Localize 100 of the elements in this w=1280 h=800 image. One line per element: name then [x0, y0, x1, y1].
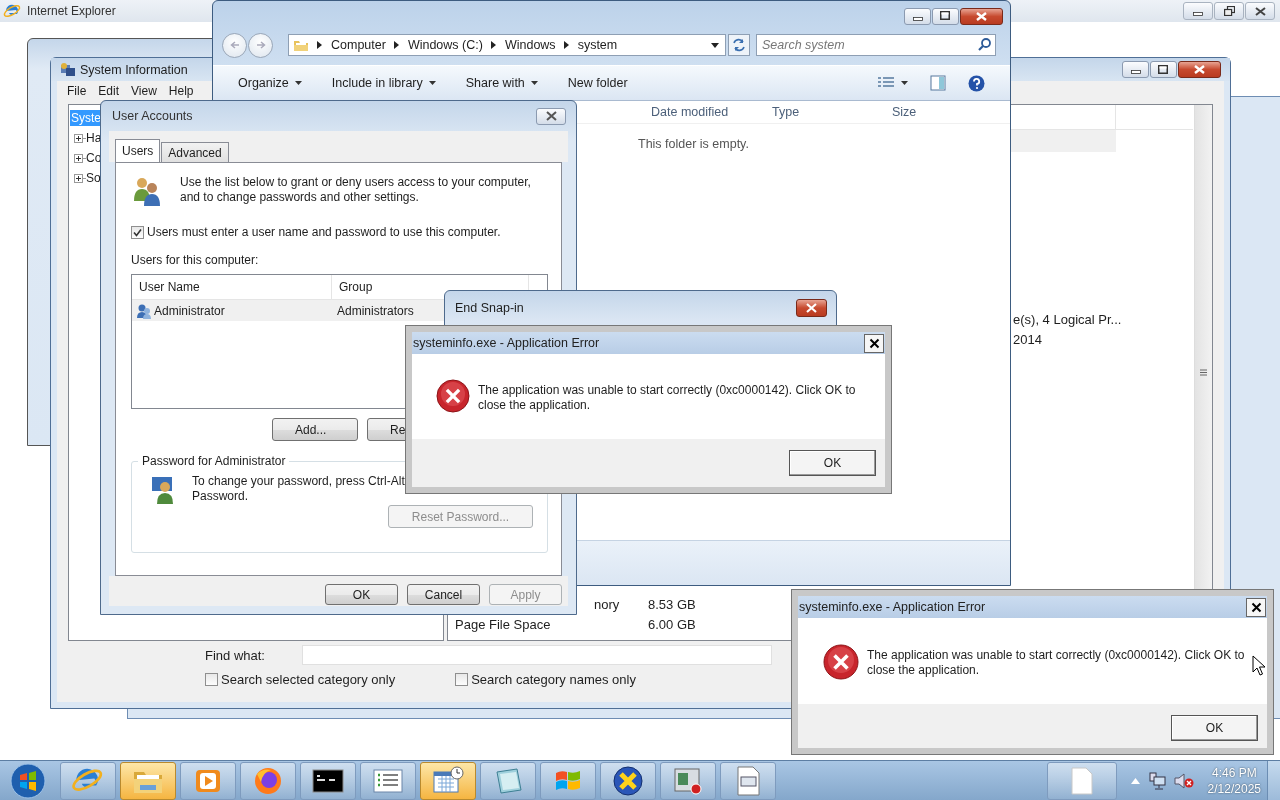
refresh-icon: [732, 38, 746, 52]
error-message: The application was unable to start correctly (0xc0000142). Click OK to close the application.: [478, 382, 857, 414]
tab[interactable]: Advanced: [161, 142, 229, 162]
restore-icon: [1223, 6, 1235, 16]
menu-item[interactable]: File: [61, 84, 93, 98]
push-button[interactable]: Cancel: [407, 584, 480, 605]
group-title: Password for Administrator: [138, 454, 290, 468]
push-button[interactable]: OK: [325, 584, 398, 605]
maximize-button[interactable]: [1150, 61, 1177, 78]
users-icon: [131, 175, 163, 207]
tab[interactable]: Users: [115, 139, 161, 162]
app-icon: [60, 61, 76, 78]
ok-button[interactable]: OK: [1171, 715, 1258, 741]
window-title: End Snap-in: [455, 301, 524, 315]
close-icon: [805, 303, 818, 313]
close-icon: [976, 11, 987, 21]
forward-arrow-icon: [255, 41, 266, 49]
find-field[interactable]: [302, 645, 772, 665]
breadcrumb-link[interactable]: Windows (C:): [407, 38, 483, 52]
close-button[interactable]: [1178, 61, 1221, 78]
breadcrumb-link[interactable]: Computer: [331, 38, 386, 52]
cross-circle-icon: [611, 763, 645, 798]
tray-expand-icon: [1130, 777, 1140, 784]
push-button[interactable]: Add...: [272, 418, 358, 441]
column-header[interactable]: Date modified: [651, 105, 772, 119]
close-button[interactable]: [1246, 597, 1266, 617]
ok-button[interactable]: OK: [789, 450, 876, 476]
clock-date: 2/12/2025: [1207, 780, 1261, 797]
table-cell: 2014: [1013, 331, 1042, 347]
minimize-button[interactable]: [1122, 61, 1149, 78]
toolbar-button[interactable]: Share with: [457, 70, 546, 96]
show-desktop-button[interactable]: [1267, 760, 1280, 800]
close-button[interactable]: [864, 333, 884, 353]
grip-icon: [1200, 369, 1207, 376]
field-label: Find what:: [205, 647, 266, 663]
close-icon: [1254, 6, 1266, 16]
user-icon: [136, 302, 152, 319]
address-bar[interactable]: Computer Windows (C:) Windows system: [288, 34, 726, 56]
minimize-button[interactable]: [1183, 2, 1213, 20]
toolbar-button[interactable]: Include in library: [323, 70, 444, 96]
close-icon: [544, 111, 558, 121]
muted-speaker-icon: [1173, 771, 1194, 790]
folder-icon: [293, 38, 309, 52]
chevron-icon: [317, 41, 322, 49]
description-text: Use the list below to grant or deny users access to your computer, and to change passwords and other settings.: [180, 175, 532, 205]
details-view-icon: [877, 76, 895, 90]
preview-pane-icon: [930, 75, 946, 91]
checkbox-label: Search selected category only: [221, 672, 396, 687]
maximize-button[interactable]: [932, 7, 959, 25]
refresh-button[interactable]: [728, 34, 750, 56]
minimize-button[interactable]: [904, 7, 931, 25]
back-arrow-icon: [229, 41, 240, 49]
help-icon: [968, 74, 985, 92]
column-header[interactable]: Size: [892, 105, 917, 119]
error-icon: [823, 644, 859, 680]
error-message: The application was unable to start correctly (0xc0000142). Click OK to close the application.: [867, 647, 1246, 679]
menu-item[interactable]: Edit: [92, 84, 126, 98]
table-cell-text: Page File Space: [454, 616, 552, 632]
e-logo-icon: [3, 2, 21, 20]
checkbox[interactable]: [131, 225, 144, 239]
tree-item[interactable]: Ha: [86, 131, 102, 145]
minimize-icon: [1193, 11, 1203, 16]
window-title: Internet Explorer: [27, 4, 116, 18]
taskbar-button[interactable]: [600, 761, 656, 800]
close-button[interactable]: [1245, 2, 1275, 20]
checkbox[interactable]: [205, 673, 218, 686]
close-icon: [1250, 601, 1262, 613]
table-cell: Administrator: [154, 303, 225, 318]
table-cell-text: Administrators: [336, 303, 414, 318]
network-icon: [1147, 771, 1166, 790]
tree-item[interactable]: So: [86, 171, 101, 185]
breadcrumb-link[interactable]: Windows: [504, 38, 556, 52]
close-icon: [1194, 65, 1205, 74]
error-icon: [436, 379, 470, 413]
description-text: To change your password, press Ctrl-Alt: [192, 474, 405, 489]
column-header[interactable]: Type: [772, 105, 892, 119]
column-header[interactable]: User Name: [132, 275, 332, 299]
window-title: systeminfo.exe - Application Error: [799, 600, 986, 614]
close-button[interactable]: [796, 299, 827, 317]
table-cell: 8.53 GB: [648, 596, 696, 612]
check-icon: [133, 227, 142, 237]
minimize-icon: [1130, 70, 1141, 74]
breadcrumb-link[interactable]: system: [577, 38, 618, 52]
maximize-icon: [940, 11, 951, 21]
empty-folder-message: This folder is empty.: [638, 137, 749, 151]
toolbar-button[interactable]: New folder: [559, 70, 636, 96]
close-button[interactable]: [960, 7, 1003, 25]
close-button[interactable]: [536, 107, 566, 125]
close-icon: [868, 337, 880, 349]
menu-item[interactable]: View: [125, 84, 163, 98]
search-field[interactable]: Search system: [756, 34, 996, 56]
taskbar-button[interactable]: [300, 761, 356, 800]
maximize-icon: [1158, 64, 1169, 75]
menu-item[interactable]: Help: [162, 84, 200, 98]
checkbox[interactable]: [455, 673, 469, 686]
toolbar-button[interactable]: Organize: [230, 70, 310, 96]
restore-button[interactable]: [1214, 2, 1244, 20]
start-orb-icon: [10, 762, 46, 799]
dropdown-icon: [711, 42, 719, 48]
chevron-icon: [490, 41, 496, 49]
